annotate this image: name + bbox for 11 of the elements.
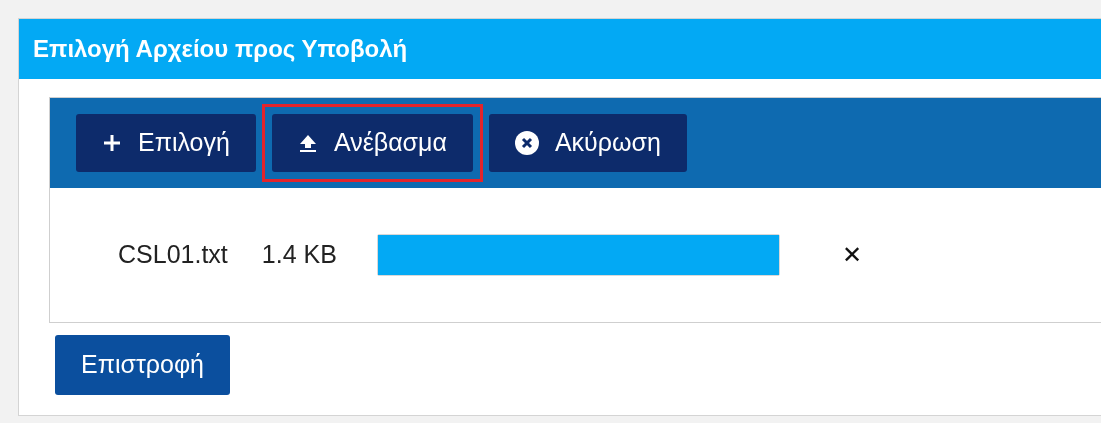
- cancel-icon: [514, 131, 539, 155]
- file-name: CSL01.txt: [118, 239, 228, 271]
- panel-title: Επιλογή Αρχείου προς Υποβολή: [33, 34, 408, 64]
- toolbar-button[interactable]: Ακύρωση: [488, 114, 687, 172]
- upload-icon: [297, 133, 318, 153]
- file-size: 1.4 KB: [261, 239, 337, 271]
- plus-icon: [102, 133, 122, 153]
- back-button[interactable]: Επιστροφή: [55, 335, 231, 395]
- toolbar-button[interactable]: Επιλογή: [76, 114, 256, 172]
- toolbar-button[interactable]: Ανέβασμα: [271, 114, 473, 172]
- remove-button[interactable]: ✕: [841, 243, 862, 267]
